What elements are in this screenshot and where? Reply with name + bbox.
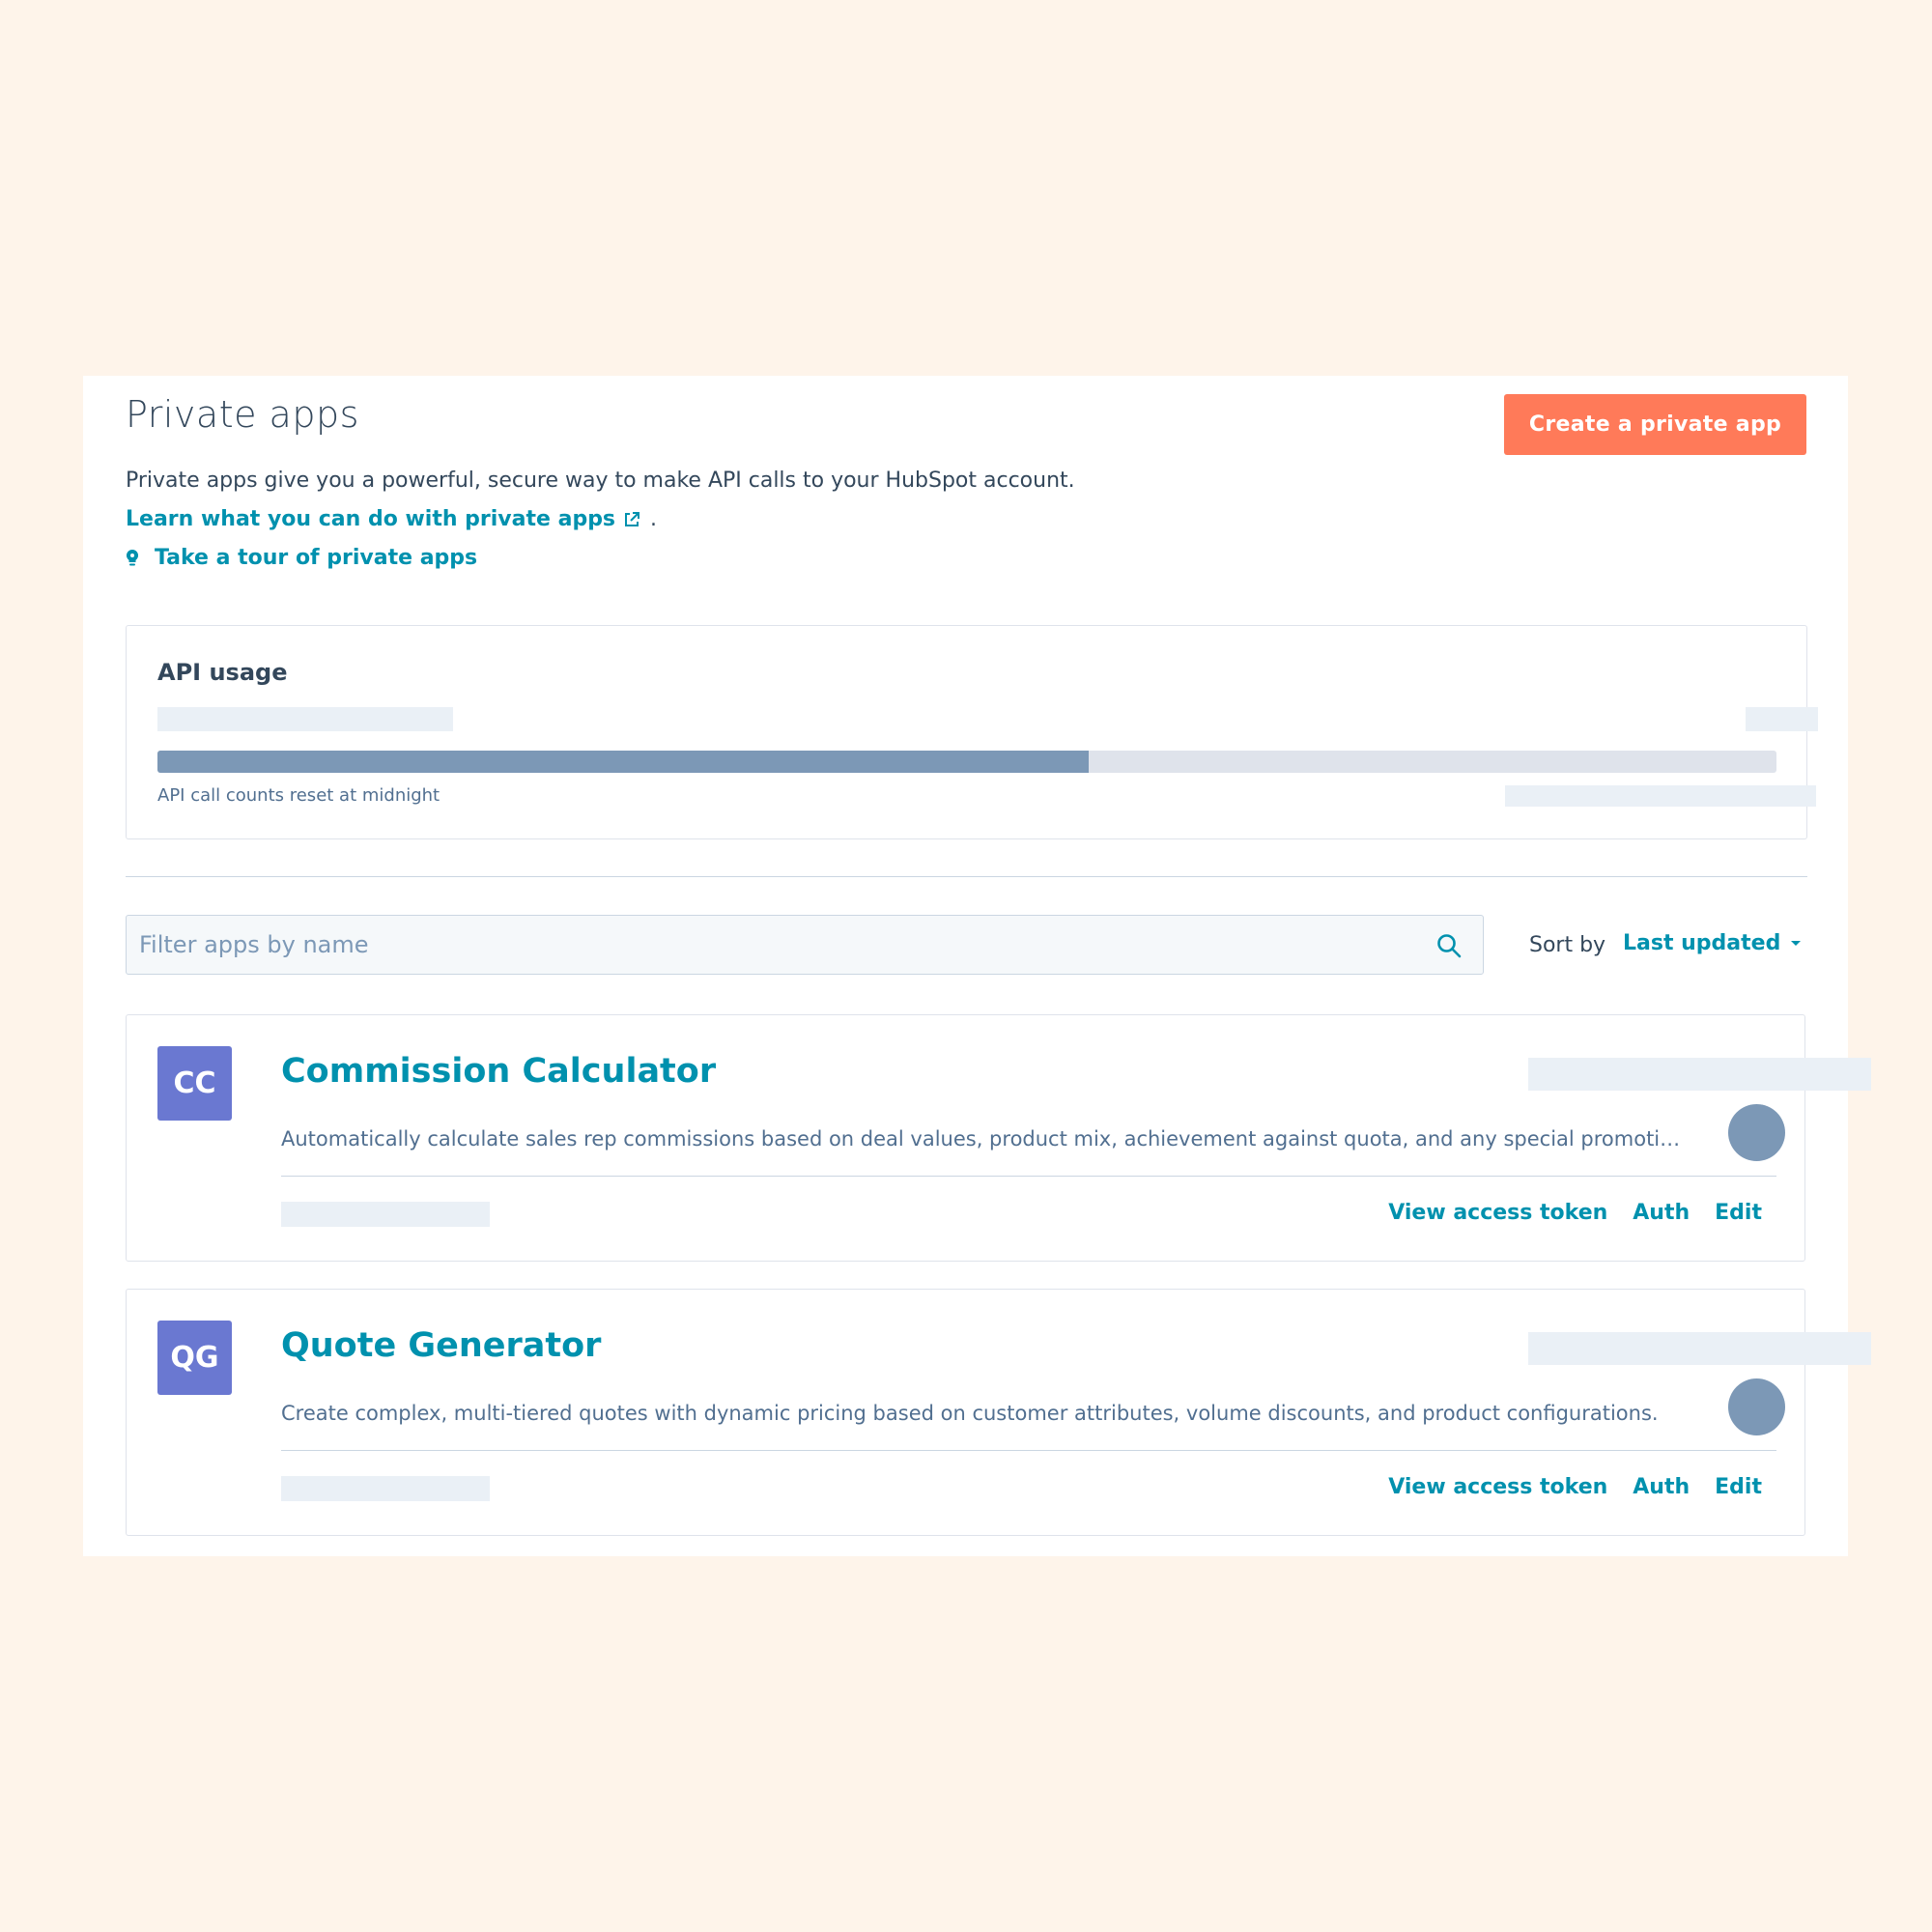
app-actions: View access token Auth Edit (1388, 1475, 1762, 1499)
app-footer-placeholder (281, 1202, 490, 1227)
app-card-quote-generator: QG Quote Generator Create complex, multi… (126, 1289, 1871, 1536)
api-usage-progress-bar (157, 751, 1776, 773)
create-private-app-button[interactable]: Create a private app (1504, 394, 1806, 455)
sort-label: Sort by (1529, 933, 1606, 957)
learn-row: Learn what you can do with private apps … (126, 507, 657, 531)
app-divider (281, 1450, 1776, 1451)
auth-link[interactable]: Auth (1633, 1475, 1690, 1499)
usage-limit-placeholder (1746, 707, 1818, 731)
sort-value: Last updated (1623, 931, 1781, 955)
app-footer-placeholder (281, 1476, 490, 1501)
api-usage-card: API usage API call counts reset at midni… (126, 625, 1818, 839)
auth-link[interactable]: Auth (1633, 1201, 1690, 1225)
learn-suffix: . (650, 507, 658, 531)
owner-avatar (1728, 1104, 1785, 1161)
external-link-icon[interactable] (623, 511, 640, 528)
edit-link[interactable]: Edit (1715, 1475, 1762, 1499)
app-avatar: CC (157, 1046, 232, 1121)
view-access-token-link[interactable]: View access token (1388, 1201, 1607, 1225)
app-name-link[interactable]: Quote Generator (281, 1326, 601, 1365)
search-icon[interactable] (1436, 933, 1462, 958)
app-actions: View access token Auth Edit (1388, 1201, 1762, 1225)
private-apps-panel: Private apps Create a private app Privat… (83, 376, 1871, 1556)
app-description: Automatically calculate sales rep commis… (281, 1127, 1682, 1151)
view-access-token-link[interactable]: View access token (1388, 1475, 1607, 1499)
reset-note: API call counts reset at midnight (157, 785, 440, 806)
app-name-link[interactable]: Commission Calculator (281, 1052, 716, 1091)
page-title: Private apps (126, 393, 359, 436)
app-avatar: QG (157, 1321, 232, 1395)
section-divider (126, 876, 1807, 877)
app-description: Create complex, multi-tiered quotes with… (281, 1402, 1659, 1425)
owner-avatar (1728, 1378, 1785, 1435)
app-card-commission-calculator: CC Commission Calculator Automatically c… (126, 1014, 1871, 1262)
api-usage-progress-fill (157, 751, 1089, 773)
caret-down-icon (1790, 940, 1802, 948)
learn-link[interactable]: Learn what you can do with private apps (126, 507, 615, 531)
intro-text: Private apps give you a powerful, secure… (126, 469, 1075, 493)
filter-search-box[interactable] (126, 915, 1484, 975)
api-usage-title: API usage (157, 659, 288, 686)
sort-dropdown[interactable]: Last updated (1623, 931, 1802, 955)
filter-apps-input[interactable] (127, 916, 1483, 974)
lightbulb-icon (126, 549, 139, 568)
app-meta-placeholder (1528, 1332, 1871, 1365)
app-divider (281, 1176, 1776, 1177)
tour-link[interactable]: Take a tour of private apps (155, 546, 477, 570)
edit-link[interactable]: Edit (1715, 1201, 1762, 1225)
tour-row[interactable]: Take a tour of private apps (126, 546, 477, 570)
usage-count-placeholder (157, 707, 453, 731)
app-meta-placeholder (1528, 1058, 1871, 1091)
usage-detail-placeholder (1505, 785, 1816, 807)
